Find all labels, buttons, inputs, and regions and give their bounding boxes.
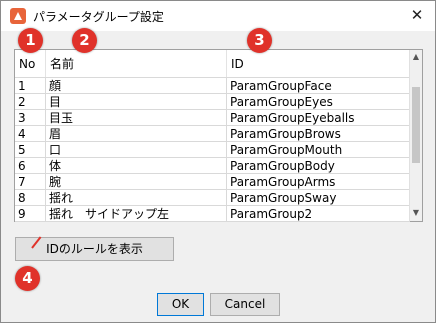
row-name: 目	[49, 95, 62, 109]
table-row[interactable]: 5 口 ParamGroupMouth	[15, 142, 410, 158]
row-no: 2	[18, 95, 26, 109]
row-no: 5	[18, 143, 26, 157]
row-name: 目玉	[49, 111, 74, 125]
close-icon[interactable]: ✕	[407, 5, 427, 25]
row-id: ParamGroupBody	[230, 159, 335, 173]
row-id: ParamGroupFace	[230, 79, 332, 93]
row-name: 腕	[49, 175, 62, 189]
row-id: ParamGroupSway	[230, 191, 337, 205]
row-id: ParamGroupBrows	[230, 127, 341, 141]
app-logo-icon	[10, 8, 26, 24]
row-no: 1	[18, 79, 26, 93]
table-header: No 名前 ID	[15, 50, 410, 78]
table-row[interactable]: 8 揺れ ParamGroupSway	[15, 190, 410, 206]
row-no: 4	[18, 127, 26, 141]
scrollbar-thumb[interactable]	[412, 87, 420, 163]
row-id: ParamGroupEyeballs	[230, 111, 355, 125]
window-title: パラメータグループ設定	[33, 10, 164, 24]
row-no: 6	[18, 159, 26, 173]
row-id: ParamGroupMouth	[230, 143, 343, 157]
row-name: 体	[49, 159, 62, 173]
annotation-badge: 1	[18, 28, 43, 53]
row-id: ParamGroupArms	[230, 175, 336, 189]
title-bar: パラメータグループ設定 ✕	[1, 1, 435, 31]
row-name: 顔	[49, 79, 62, 93]
table-row[interactable]: 1 顔 ParamGroupFace	[15, 78, 410, 94]
table-row[interactable]: 3 目玉 ParamGroupEyeballs	[15, 110, 410, 126]
dialog-window: パラメータグループ設定 ✕ No 名前 ID 1 顔 ParamGroupFace 2…	[0, 0, 436, 323]
header-no[interactable]: No	[15, 50, 46, 77]
parameter-group-table: No 名前 ID 1 顔 ParamGroupFace 2 目 ParamGroupEye…	[14, 49, 423, 222]
row-no: 9	[18, 207, 26, 221]
annotation-badge: 4	[15, 266, 40, 291]
row-id: ParamGroup2	[230, 207, 313, 221]
scroll-down-icon[interactable]: ▼	[412, 208, 420, 218]
vertical-scrollbar[interactable]: ▲ ▼	[409, 50, 422, 221]
row-name: 揺れ	[49, 191, 74, 205]
row-name: 口	[49, 143, 62, 157]
table-row[interactable]: 7 腕 ParamGroupArms	[15, 174, 410, 190]
header-id[interactable]: ID	[227, 50, 409, 77]
annotation-badge: 2	[72, 28, 97, 53]
row-name: 揺れ サイドアップ左	[49, 207, 170, 221]
table-row[interactable]: 9 揺れ サイドアップ左 ParamGroup2	[15, 206, 410, 222]
row-no: 3	[18, 111, 26, 125]
row-no: 7	[18, 175, 26, 189]
row-name: 眉	[49, 127, 62, 141]
table-row[interactable]: 4 眉 ParamGroupBrows	[15, 126, 410, 142]
table-row[interactable]: 6 体 ParamGroupBody	[15, 158, 410, 174]
row-id: ParamGroupEyes	[230, 95, 333, 109]
scroll-up-icon[interactable]: ▲	[412, 52, 420, 62]
header-name[interactable]: 名前	[46, 50, 227, 77]
cancel-button[interactable]: Cancel	[210, 293, 280, 316]
annotation-badge: 3	[247, 28, 272, 53]
table-row[interactable]: 2 目 ParamGroupEyes	[15, 94, 410, 110]
row-no: 8	[18, 191, 26, 205]
ok-button[interactable]: OK	[157, 293, 204, 316]
